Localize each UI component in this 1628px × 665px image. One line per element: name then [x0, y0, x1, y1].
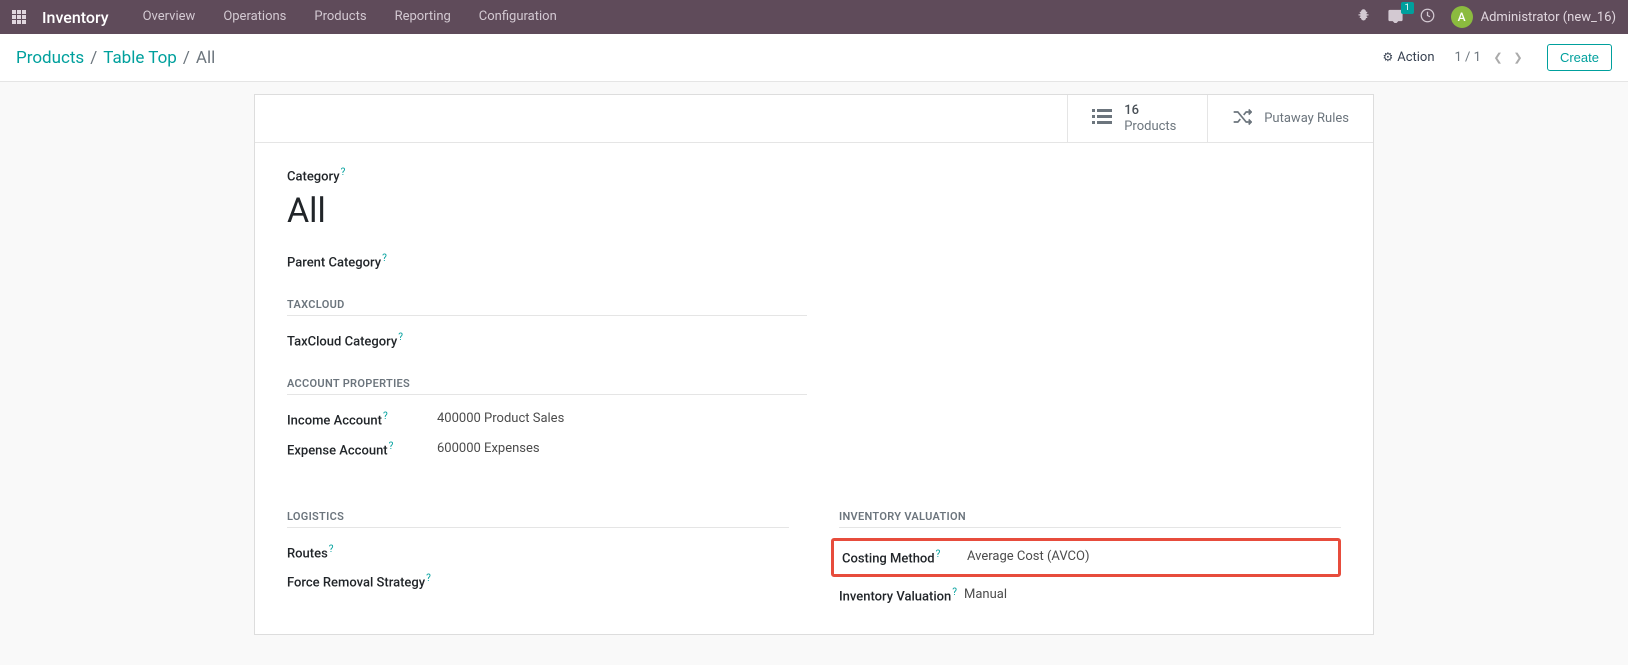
nav-reporting[interactable]: Reporting	[383, 0, 463, 34]
help-icon[interactable]: ?	[382, 253, 387, 264]
section-inventory-valuation: INVENTORY VALUATION	[839, 510, 1341, 528]
expense-account-field[interactable]: 600000 Expenses	[437, 441, 540, 458]
force-removal-label: Force Removal Strategy	[287, 575, 425, 590]
taxcloud-category-label: TaxCloud Category	[287, 334, 397, 349]
help-icon[interactable]: ?	[426, 573, 431, 584]
breadcrumb-current: All	[196, 48, 215, 68]
gear-icon	[1382, 50, 1393, 65]
user-name: Administrator (new_16)	[1481, 10, 1616, 25]
section-logistics: LOGISTICS	[287, 510, 789, 528]
nav-products[interactable]: Products	[302, 0, 378, 34]
pager-next-icon[interactable]: ❯	[1509, 47, 1527, 69]
inventory-valuation-field[interactable]: Manual	[964, 587, 1007, 604]
debug-icon[interactable]	[1356, 8, 1371, 27]
help-icon[interactable]: ?	[936, 549, 941, 560]
category-label: Category	[287, 170, 340, 185]
shuffle-icon	[1232, 108, 1252, 130]
pager: 1 / 1 ❮ ❯	[1455, 47, 1527, 69]
costing-method-label: Costing Method	[842, 551, 935, 566]
list-icon	[1092, 107, 1112, 131]
stat-products-button[interactable]: 16 Products	[1067, 95, 1207, 142]
control-panel: Products / Table Top / All Action 1 / 1 …	[0, 34, 1628, 82]
stat-products-label: Products	[1124, 119, 1176, 135]
main-navbar: Inventory Overview Operations Products R…	[0, 0, 1628, 34]
messages-badge: 1	[1401, 2, 1414, 14]
breadcrumb-products[interactable]: Products	[16, 48, 84, 68]
stat-putaway-label: Putaway Rules	[1264, 111, 1349, 127]
stat-button-box: 16 Products Putaway Rules	[255, 95, 1373, 143]
costing-method-highlight: Costing Method? Average Cost (AVCO)	[831, 538, 1341, 577]
help-icon[interactable]: ?	[389, 441, 394, 452]
action-button[interactable]: Action	[1382, 50, 1434, 65]
app-brand[interactable]: Inventory	[42, 8, 109, 27]
parent-category-label: Parent Category	[287, 255, 381, 270]
section-account-properties: ACCOUNT PROPERTIES	[287, 377, 807, 395]
expense-account-label: Expense Account	[287, 443, 388, 458]
nav-configuration[interactable]: Configuration	[467, 0, 569, 34]
help-icon[interactable]: ?	[329, 544, 334, 555]
user-menu[interactable]: A Administrator (new_16)	[1451, 6, 1616, 28]
help-icon[interactable]: ?	[398, 332, 403, 343]
routes-label: Routes	[287, 546, 328, 561]
pager-prev-icon[interactable]: ❮	[1489, 47, 1507, 69]
stat-products-count: 16	[1124, 103, 1176, 119]
help-icon[interactable]: ?	[341, 167, 346, 178]
stat-putaway-button[interactable]: Putaway Rules	[1207, 95, 1373, 142]
breadcrumb-table-top[interactable]: Table Top	[103, 48, 177, 68]
messages-icon[interactable]: 1	[1387, 8, 1404, 27]
breadcrumb: Products / Table Top / All	[16, 48, 215, 68]
activities-icon[interactable]	[1420, 8, 1435, 27]
income-account-label: Income Account	[287, 414, 382, 429]
create-button[interactable]: Create	[1547, 44, 1612, 71]
help-icon[interactable]: ?	[952, 587, 957, 598]
form-sheet: 16 Products Putaway Rules Category? All	[254, 94, 1374, 635]
section-taxcloud: TAXCLOUD	[287, 298, 807, 316]
help-icon[interactable]: ?	[383, 411, 388, 422]
category-name-field[interactable]: All	[287, 191, 1341, 231]
nav-overview[interactable]: Overview	[131, 0, 208, 34]
avatar: A	[1451, 6, 1473, 28]
pager-value: 1 / 1	[1455, 50, 1481, 65]
apps-icon[interactable]	[12, 8, 30, 26]
costing-method-field[interactable]: Average Cost (AVCO)	[967, 549, 1089, 566]
inventory-valuation-label: Inventory Valuation	[839, 589, 951, 604]
nav-operations[interactable]: Operations	[211, 0, 298, 34]
income-account-field[interactable]: 400000 Product Sales	[437, 411, 564, 428]
